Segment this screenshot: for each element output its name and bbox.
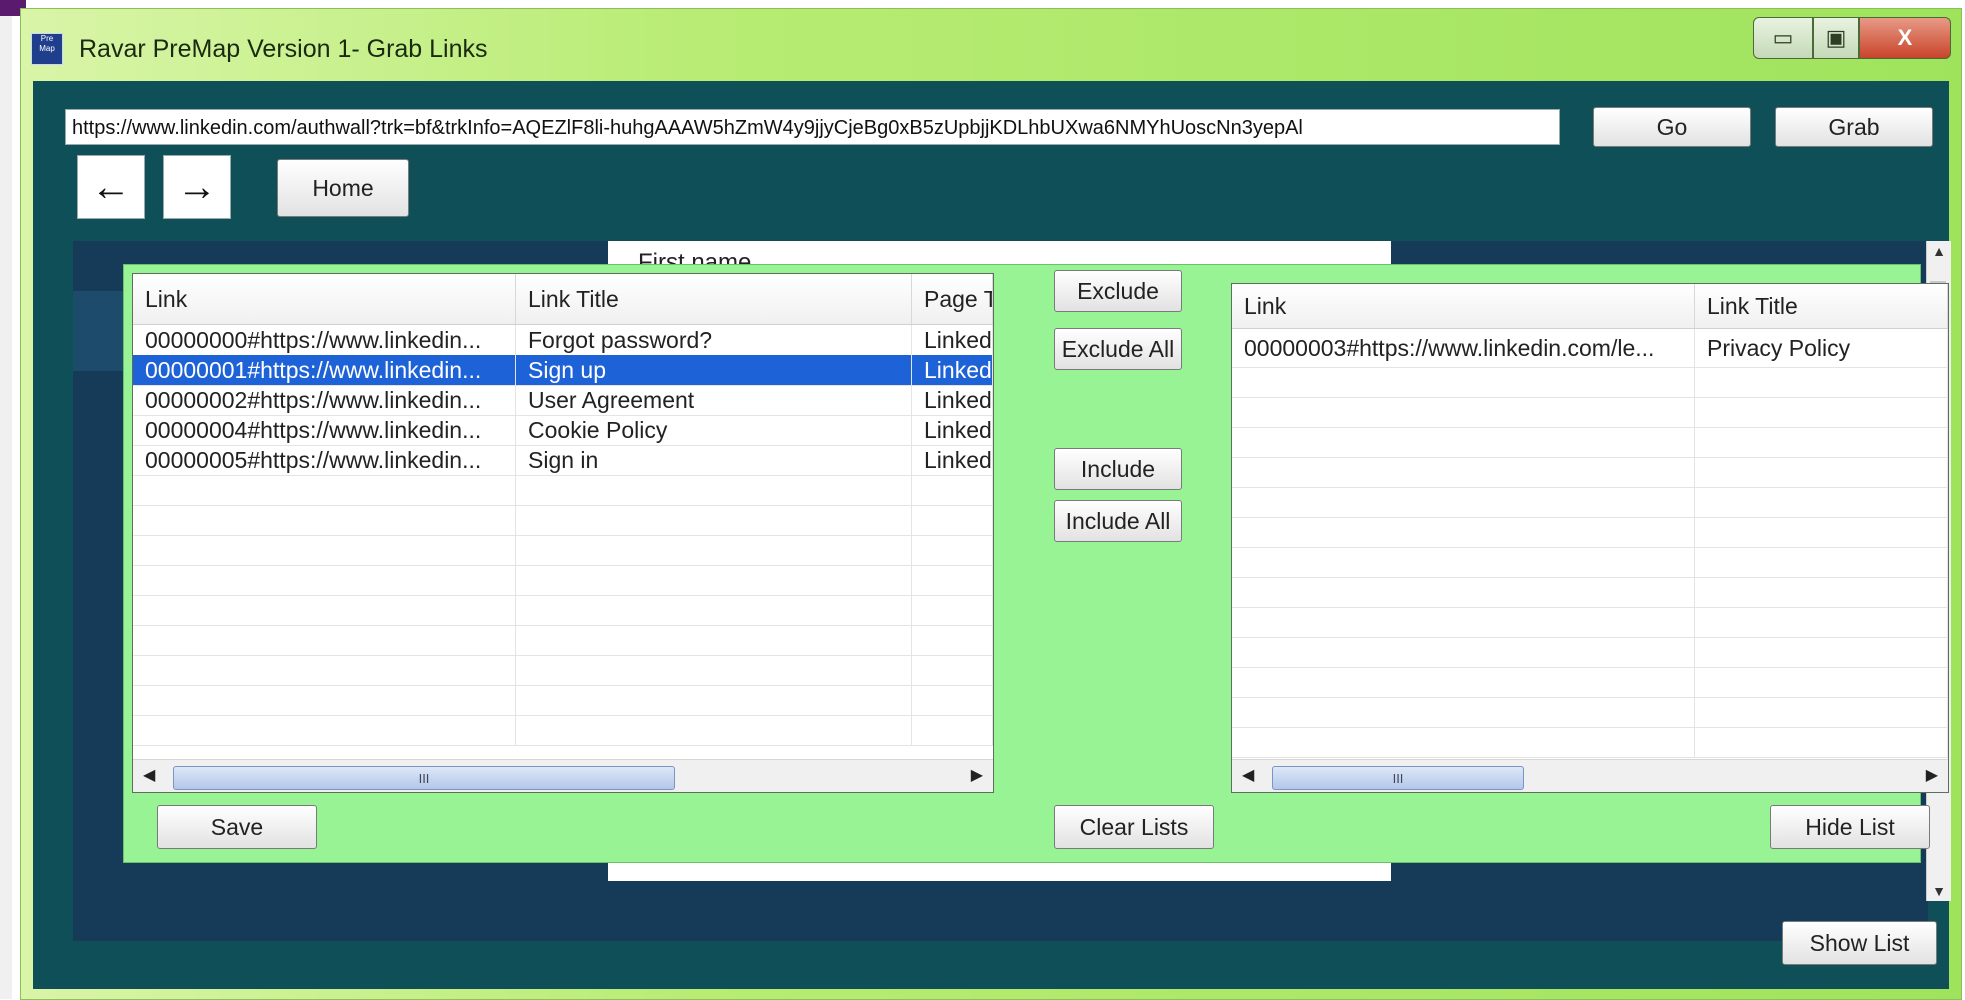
empty-row [133,625,993,656]
table-row[interactable]: 00000002#https://www.linkedin... User Ag… [133,385,993,416]
empty-row [133,535,993,566]
empty-row [1232,457,1948,488]
url-input[interactable]: https://www.linkedin.com/authwall?trk=bf… [65,109,1560,145]
page-title-cell: Linked [912,445,993,475]
empty-row [1232,367,1948,398]
link-title-cell: User Agreement [516,385,912,415]
empty-row [1232,667,1948,698]
save-button[interactable]: Save [157,805,317,849]
left-grid-header: Link Link Title Page T [133,274,993,325]
empty-row [133,595,993,626]
empty-row [1232,517,1948,548]
back-arrow-icon: ← [91,164,131,209]
minimize-button[interactable]: ▭ [1753,17,1813,59]
empty-row [133,655,993,686]
minimize-icon: ▭ [1772,25,1794,50]
right-col-link-title[interactable]: Link Title [1695,284,1948,328]
screen-left-edge [0,0,12,999]
empty-row [1232,637,1948,668]
link-title-cell: Sign up [516,355,912,385]
back-button[interactable]: ← [77,155,145,219]
link-cell: 00000001#https://www.linkedin... [133,355,516,385]
forward-button[interactable]: → [163,155,231,219]
empty-row [133,475,993,506]
close-icon: X [1897,25,1913,50]
client-area: https://www.linkedin.com/authwall?trk=bf… [33,81,1951,989]
page-title-cell: Linked [912,385,993,415]
exclude-button[interactable]: Exclude [1054,270,1182,312]
scroll-left-icon[interactable]: ◀ [143,765,155,785]
empty-row [1232,577,1948,608]
right-grid-scroll-thumb[interactable]: III [1272,766,1524,790]
scroll-right-icon[interactable]: ▶ [1926,765,1938,785]
clear-lists-button[interactable]: Clear Lists [1054,805,1214,849]
right-grid-hscrollbar[interactable]: ◀ III ▶ [1232,759,1948,792]
right-links-grid[interactable]: Link Link Title 00000003#https://www.lin… [1231,283,1949,793]
right-grid-header: Link Link Title [1232,284,1948,329]
title-bar: Pre Map Ravar PreMap Version 1- Grab Lin… [21,9,1961,73]
link-title-cell: Privacy Policy [1695,329,1948,367]
page-title-cell: Linked [912,355,993,385]
close-button[interactable]: X [1859,17,1951,59]
forward-arrow-icon: → [177,164,217,209]
empty-row [1232,427,1948,458]
grab-links-panel: Link Link Title Page T 00000000#https://… [123,264,1949,863]
empty-row [1232,697,1948,728]
link-title-cell: Sign in [516,445,912,475]
link-title-cell: Cookie Policy [516,415,912,445]
show-list-button[interactable]: Show List [1782,921,1937,965]
link-cell: 00000004#https://www.linkedin... [133,415,516,445]
window-title: Ravar PreMap Version 1- Grab Links [79,35,488,63]
link-title-cell: Forgot password? [516,325,912,355]
hide-list-button[interactable]: Hide List [1770,805,1930,849]
page-title-cell: Linked [912,415,993,445]
left-grid-scroll-thumb[interactable]: III [173,766,675,790]
maximize-icon: ▣ [1825,25,1847,50]
home-button[interactable]: Home [277,159,409,217]
exclude-all-button[interactable]: Exclude All [1054,328,1182,370]
empty-row [1232,607,1948,638]
left-grid-hscrollbar[interactable]: ◀ III ▶ [133,759,993,792]
left-col-link-title[interactable]: Link Title [516,274,912,324]
app-window: Pre Map Ravar PreMap Version 1- Grab Lin… [20,8,1962,1000]
table-row[interactable]: 00000004#https://www.linkedin... Cookie … [133,415,993,446]
table-row[interactable]: 00000003#https://www.linkedin.com/le... … [1232,329,1948,368]
table-row-selected[interactable]: 00000001#https://www.linkedin... Sign up… [133,355,993,386]
link-cell: 00000003#https://www.linkedin.com/le... [1232,329,1695,367]
link-cell: 00000002#https://www.linkedin... [133,385,516,415]
scroll-down-icon[interactable]: ▼ [1927,883,1951,899]
table-row[interactable]: 00000000#https://www.linkedin... Forgot … [133,325,993,356]
empty-row [1232,547,1948,578]
include-button[interactable]: Include [1054,448,1182,490]
go-button[interactable]: Go [1593,107,1751,147]
left-links-grid[interactable]: Link Link Title Page T 00000000#https://… [132,273,994,793]
scroll-left-icon[interactable]: ◀ [1242,765,1254,785]
empty-row [1232,487,1948,518]
empty-row [133,715,993,746]
scroll-up-icon[interactable]: ▲ [1927,243,1951,259]
page-title-cell: Linked [912,325,993,355]
empty-row [133,565,993,596]
empty-row [1232,727,1948,758]
left-col-page-title[interactable]: Page T [912,274,993,324]
empty-row [133,505,993,536]
scroll-right-icon[interactable]: ▶ [971,765,983,785]
table-row[interactable]: 00000005#https://www.linkedin... Sign in… [133,445,993,476]
window-controls: ▭ ▣ X [1753,17,1951,59]
left-col-link[interactable]: Link [133,274,516,324]
grab-button[interactable]: Grab [1775,107,1933,147]
link-cell: 00000000#https://www.linkedin... [133,325,516,355]
empty-row [133,685,993,716]
link-cell: 00000005#https://www.linkedin... [133,445,516,475]
app-icon: Pre Map [31,33,63,65]
right-col-link[interactable]: Link [1232,284,1695,328]
include-all-button[interactable]: Include All [1054,500,1182,542]
maximize-button[interactable]: ▣ [1813,17,1859,59]
empty-row [1232,397,1948,428]
